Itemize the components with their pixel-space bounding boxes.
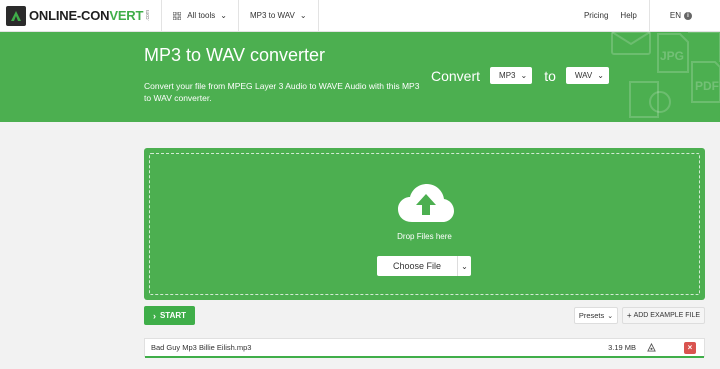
target-format-select[interactable]: WAV ⌄	[565, 67, 609, 84]
start-label: START	[159, 311, 187, 320]
language-label: EN	[669, 11, 681, 20]
svg-text:PDF: PDF	[695, 79, 719, 93]
source-format-value: MP3	[499, 71, 516, 80]
file-drop-zone[interactable]: Drop Files here Choose File ⌄	[144, 148, 705, 300]
language-selector[interactable]: EN i	[648, 0, 720, 32]
chevron-right-icon: ›	[152, 310, 156, 321]
logo-com: .com	[145, 10, 152, 21]
add-example-file-button[interactable]: + ADD EXAMPLE FILE	[622, 307, 705, 324]
converter-menu[interactable]: MP3 to WAV ⌄	[239, 0, 318, 32]
choose-file-source-dropdown[interactable]: ⌄	[457, 256, 471, 276]
plus-icon: +	[626, 311, 632, 320]
chevron-down-icon: ⌄	[520, 71, 528, 80]
add-example-file-label: ADD EXAMPLE FILE	[633, 312, 701, 319]
drop-zone-border: Drop Files here Choose File ⌄	[149, 153, 700, 295]
convert-label: Convert	[431, 67, 481, 84]
svg-text:JPG: JPG	[660, 49, 684, 63]
converter-menu-label: MP3 to WAV	[249, 11, 295, 20]
start-button[interactable]: › START	[144, 306, 195, 325]
target-format-value: WAV	[574, 71, 593, 80]
presets-label: Presets	[578, 311, 605, 320]
file-list-item: Bad Guy Mp3 Billie Eilish.mp3 3.19 MB ×	[144, 338, 705, 358]
nav-right: Pricing Help EN i	[578, 0, 720, 32]
to-label: to	[544, 67, 556, 84]
logo[interactable]: ONLINE-CONVERT .com	[0, 0, 151, 32]
info-icon: i	[684, 11, 692, 20]
all-tools-label: All tools	[187, 11, 216, 20]
file-name: Bad Guy Mp3 Billie Eilish.mp3	[151, 343, 252, 352]
grid-icon	[173, 11, 182, 20]
hero-banner: JPG PDF MP3 to WAV converter Convert you…	[0, 32, 720, 122]
logo-icon	[6, 5, 26, 26]
chevron-down-icon: ⌄	[607, 312, 614, 320]
file-size: 3.19 MB	[608, 343, 636, 352]
delete-file-button[interactable]: ×	[684, 341, 696, 354]
page-description: Convert your file from MPEG Layer 3 Audi…	[144, 81, 420, 103]
help-link[interactable]: Help	[614, 11, 642, 20]
chevron-down-icon: ⌄	[220, 11, 227, 20]
presets-dropdown[interactable]: Presets ⌄	[574, 307, 618, 324]
choose-file-group: Choose File ⌄	[377, 256, 471, 276]
settings-icon	[646, 343, 656, 352]
chevron-down-icon: ⌄	[299, 11, 307, 20]
convert-format-row: Convert MP3 ⌄ to WAV ⌄	[431, 67, 609, 84]
file-settings-button[interactable]	[646, 343, 656, 353]
cloud-upload-icon	[398, 184, 454, 222]
nav-divider	[317, 0, 319, 32]
choose-file-button[interactable]: Choose File	[377, 256, 457, 276]
top-nav: ONLINE-CONVERT .com All tools ⌄ MP3 to W…	[0, 0, 720, 32]
source-format-select[interactable]: MP3 ⌄	[490, 67, 533, 84]
close-icon: ×	[687, 343, 693, 352]
drop-files-text: Drop Files here	[397, 232, 452, 241]
logo-text: ONLINE-CONVERT	[29, 8, 144, 23]
page-title: MP3 to WAV converter	[144, 45, 326, 65]
chevron-down-icon: ⌄	[597, 71, 604, 80]
all-tools-menu[interactable]: All tools ⌄	[162, 0, 238, 32]
chevron-down-icon: ⌄	[461, 261, 468, 271]
pricing-link[interactable]: Pricing	[578, 11, 614, 20]
